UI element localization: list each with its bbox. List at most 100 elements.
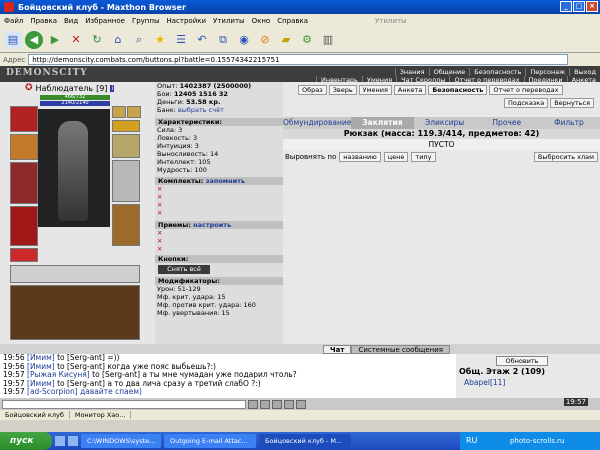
profile-buttons: Образ Зверь Умения Анкета Безопасность О… — [283, 82, 600, 95]
amulet-slot[interactable] — [127, 106, 141, 118]
menu-groups[interactable]: Группы — [132, 17, 160, 25]
undo-icon[interactable]: ↶ — [193, 31, 211, 49]
remove-all-button[interactable]: Снять всё — [158, 265, 210, 274]
search-icon[interactable]: ⌕ — [130, 31, 148, 49]
hint-button[interactable]: Подсказка — [503, 98, 549, 108]
nav-social[interactable]: Общение — [428, 68, 470, 76]
techniques-config-link[interactable]: настроить — [193, 221, 231, 229]
menu-utilities[interactable]: Утилиты — [213, 17, 245, 25]
sets-remember-link[interactable]: запомнить — [206, 177, 245, 185]
techniques-list: ✕ ✕ ✕ — [157, 229, 163, 253]
weapon-slot[interactable] — [10, 162, 38, 204]
pet-button[interactable]: Зверь — [328, 85, 357, 95]
browser-tab-fight-club[interactable]: Бойцовский клуб — [0, 411, 70, 419]
security-button[interactable]: Безопасность — [428, 85, 488, 95]
new-page-icon[interactable]: ▤ — [4, 30, 22, 49]
menu-window[interactable]: Окно — [252, 17, 271, 25]
history-icon[interactable]: ☰ — [172, 31, 190, 49]
filter-icon[interactable] — [284, 399, 294, 409]
bank-link[interactable]: выбрать счёт — [178, 106, 224, 114]
task-browser[interactable]: Бойцовский клуб - M... — [259, 434, 351, 448]
smiley-icon[interactable] — [260, 399, 270, 409]
browser-tab-monitor[interactable]: Монитор Хао... — [70, 411, 132, 419]
forward-icon[interactable]: ▶ — [46, 31, 64, 49]
menu-settings[interactable]: Настройки — [167, 17, 207, 25]
nav-exit[interactable]: Выход — [569, 68, 600, 76]
refresh-icon[interactable]: ↻ — [88, 31, 106, 49]
nav-security[interactable]: Безопасность — [469, 68, 525, 76]
armor-slot[interactable] — [10, 206, 38, 246]
maximize-button[interactable]: □ — [573, 1, 585, 12]
menu-edit[interactable]: Правка — [30, 17, 57, 25]
home-icon[interactable]: ⌂ — [109, 31, 127, 49]
throw-trash-button[interactable]: Выбросить хлам — [533, 152, 598, 162]
sub-buttons: Подсказка Вернуться — [283, 95, 600, 108]
boots-slot[interactable] — [112, 204, 140, 246]
quick-launch-icon[interactable] — [55, 436, 65, 446]
spell-slots-grid[interactable] — [10, 285, 140, 340]
tab-other[interactable]: Прочее — [476, 117, 538, 129]
stop-icon[interactable]: ✕ — [67, 31, 85, 49]
profile-button[interactable]: Анкета — [393, 85, 427, 95]
stat-endurance: Выносливость: 14 — [157, 150, 219, 158]
language-indicator[interactable]: RU — [466, 436, 477, 445]
task-cmd[interactable]: C:\WINDOWS\syste... — [81, 434, 161, 448]
tab-equipment[interactable]: Обмундирование — [283, 117, 351, 129]
info-icon[interactable]: i — [110, 84, 115, 92]
tab-elixirs[interactable]: Эликсиры — [414, 117, 476, 129]
tab-filter[interactable]: Фильтр — [538, 117, 600, 129]
menu-help[interactable]: Справка — [277, 17, 308, 25]
transfer-report-button[interactable]: Отчет о переводах — [489, 85, 563, 95]
tab-view-icon[interactable]: ▥ — [319, 31, 337, 49]
utilities-label[interactable]: Утилиты — [375, 17, 407, 25]
nav-knowledge[interactable]: Знания — [394, 68, 429, 76]
ring-slot[interactable] — [112, 120, 140, 132]
url-input[interactable]: http://demonscity.combats.com/buttons.pl… — [28, 54, 569, 65]
task-outgoing-email[interactable]: Outgoing E-mail Attac... — [164, 434, 256, 448]
bracers-slot[interactable] — [10, 134, 38, 160]
damage-stat: Урон: 51-129 — [157, 285, 201, 293]
draws-value: 32 — [218, 90, 228, 98]
tab-chat[interactable]: Чат — [323, 345, 352, 354]
online-sidebar: Обновить Общ. Этаж 2 (109) Abapel[11] — [456, 354, 600, 398]
window-title: Бойцовский клуб - Maxthon Browser — [18, 2, 186, 12]
favorites-icon[interactable]: ★ — [151, 31, 169, 49]
quick-launch-icon[interactable] — [68, 436, 78, 446]
tab-spells[interactable]: Заклятия — [351, 117, 414, 129]
nav-character[interactable]: Персонаж — [525, 68, 569, 76]
sort-by-type-button[interactable]: типу — [411, 152, 436, 162]
minimize-button[interactable]: _ — [560, 1, 572, 12]
gloves-slot[interactable] — [112, 134, 140, 158]
shield-slot[interactable] — [112, 160, 140, 202]
globe-icon[interactable]: ◉ — [235, 31, 253, 49]
earring-slot[interactable] — [112, 106, 126, 118]
game-area: DEMONSCITY Знания Общение Безопасность П… — [0, 66, 600, 344]
sort-by-name-button[interactable]: названию — [339, 152, 381, 162]
menu-file[interactable]: Файл — [4, 17, 23, 25]
characteristics-header[interactable]: Характеристики: — [155, 118, 283, 126]
chat-input[interactable] — [2, 399, 246, 409]
copy-icon[interactable]: ⧉ — [214, 31, 232, 49]
sort-by-price-button[interactable]: цене — [383, 152, 409, 162]
image-button[interactable]: Образ — [298, 85, 327, 95]
folder-icon[interactable]: ▰ — [277, 31, 295, 49]
skills-button[interactable]: Умения — [358, 85, 392, 95]
quick-slots-row[interactable] — [10, 265, 140, 283]
tools-icon[interactable]: ⚙ — [298, 31, 316, 49]
close-button[interactable]: × — [586, 1, 598, 12]
menu-view[interactable]: Вид — [64, 17, 78, 25]
address-label: Адрес — [3, 55, 26, 64]
settings-icon[interactable] — [296, 399, 306, 409]
tab-system-messages[interactable]: Системные сообщения — [351, 345, 450, 354]
online-player[interactable]: Abapel[11] — [464, 378, 505, 387]
send-icon[interactable] — [248, 399, 258, 409]
belt-slot[interactable] — [10, 248, 38, 262]
refresh-button[interactable]: Обновить — [496, 356, 548, 366]
return-button[interactable]: Вернуться — [550, 98, 594, 108]
menu-favorites[interactable]: Избранное — [85, 17, 125, 25]
start-button[interactable]: пуск — [0, 432, 52, 450]
helmet-slot[interactable] — [10, 106, 38, 132]
back-icon[interactable]: ◀ — [25, 30, 43, 49]
block-icon[interactable]: ⊘ — [256, 31, 274, 49]
clear-icon[interactable] — [272, 399, 282, 409]
